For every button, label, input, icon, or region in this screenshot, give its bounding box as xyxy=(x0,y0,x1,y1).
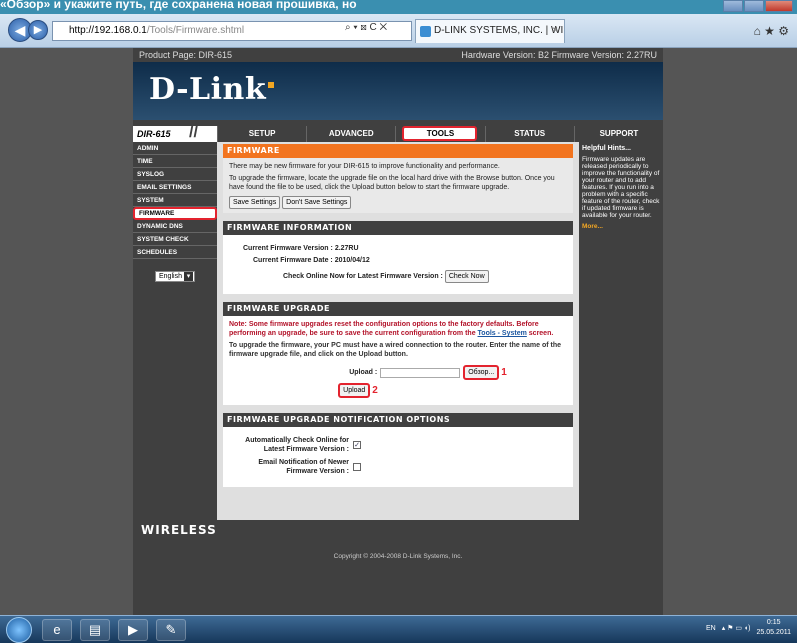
tray-icons[interactable]: ▴ ⚑ ▭ ◖) xyxy=(722,624,751,632)
save-settings-button[interactable]: Save Settings xyxy=(229,196,281,209)
hints-title: Helpful Hints... xyxy=(582,145,631,152)
sidebar-item-email[interactable]: EMAIL SETTINGS xyxy=(133,181,217,194)
check-now-button[interactable]: Check Now xyxy=(444,270,489,283)
tab-status[interactable]: STATUS xyxy=(484,126,574,142)
current-date-label: Current Firmware Date : xyxy=(253,257,333,264)
browser-toolbar: ◀ ▶ http://192.168.0.1/Tools/Firmware.sh… xyxy=(0,14,797,48)
sidebar-item-admin[interactable]: ADMIN xyxy=(133,142,217,155)
dont-save-settings-button[interactable]: Don't Save Settings xyxy=(282,196,352,209)
wireless-footer: WIRELESS xyxy=(133,520,663,540)
current-version-label: Current Firmware Version : xyxy=(243,245,333,252)
system-tray: EN ▴ ⚑ ▭ ◖) 0:15 25.05.2011 xyxy=(706,618,791,638)
paint-taskbar-icon[interactable]: ✎ xyxy=(156,619,186,641)
hints-more-link[interactable]: More... xyxy=(582,223,660,230)
versions: Hardware Version: B2 Firmware Version: 2… xyxy=(461,50,657,60)
upgrade-instructions: To upgrade the firmware, your PC must ha… xyxy=(229,342,562,358)
step-2-marker: 2 xyxy=(372,385,378,396)
page-area: Product Page: DIR-615 Hardware Version: … xyxy=(0,48,797,615)
step-1-marker: 1 xyxy=(501,367,507,378)
tab-title: D-LINK SYSTEMS, INC. | WI... xyxy=(434,25,565,36)
address-bar-icons[interactable]: ⌕ ▾ ⊠ C ✕ xyxy=(345,22,387,33)
firmware-info-box: FIRMWARE INFORMATION Current Firmware Ve… xyxy=(223,221,573,294)
sidebar-item-system-check[interactable]: SYSTEM CHECK xyxy=(133,233,217,246)
minimize-button[interactable] xyxy=(723,0,743,12)
current-date-value: 2010/04/12 xyxy=(334,257,370,264)
upgrade-note-end: screen. xyxy=(528,330,554,337)
firmware-upgrade-box: FIRMWARE UPGRADE Note: Some firmware upg… xyxy=(223,302,573,405)
tab-close-icon[interactable]: × xyxy=(552,20,558,42)
close-button[interactable] xyxy=(765,0,793,12)
media-taskbar-icon[interactable]: ▶ xyxy=(118,619,148,641)
dlink-logo: D-Link xyxy=(149,72,275,107)
explorer-taskbar-icon[interactable]: ▤ xyxy=(80,619,110,641)
product-page: Product Page: DIR-615 xyxy=(139,50,233,60)
tab-setup[interactable]: SETUP xyxy=(217,126,306,142)
clock[interactable]: 0:15 25.05.2011 xyxy=(756,618,791,638)
language-select[interactable]: English xyxy=(155,271,195,282)
tab-support[interactable]: SUPPORT xyxy=(573,126,663,142)
tab-tools[interactable]: TOOLS xyxy=(395,126,484,142)
main-content: FIRMWARE There may be new firmware for y… xyxy=(217,142,579,520)
home-star-icons[interactable]: ⌂ ★ ⚙ xyxy=(754,24,789,38)
tab-advanced[interactable]: ADVANCED xyxy=(306,126,395,142)
firmware-upgrade-title: FIRMWARE UPGRADE xyxy=(223,302,573,316)
sidebar: ADMIN TIME SYSLOG EMAIL SETTINGS SYSTEM … xyxy=(133,142,217,520)
address-host: http://192.168.0.1 xyxy=(69,25,147,36)
nav-tabs: DIR-615 SETUP ADVANCED TOOLS STATUS SUPP… xyxy=(133,124,663,142)
clock-time: 0:15 xyxy=(766,619,781,626)
start-button[interactable] xyxy=(6,617,32,643)
firmware-p1: There may be new firmware for your DIR-6… xyxy=(229,163,500,170)
maximize-button[interactable] xyxy=(744,0,764,12)
notification-box: FIRMWARE UPGRADE NOTIFICATION OPTIONS Au… xyxy=(223,413,573,487)
sidebar-item-syslog[interactable]: SYSLOG xyxy=(133,168,217,181)
tools-system-link[interactable]: Tools - System xyxy=(478,330,527,337)
upload-button[interactable]: Upload xyxy=(338,383,371,398)
address-path: /Tools/Firmware.shtml xyxy=(146,25,245,36)
copyright: Copyright © 2004-2008 D-Link Systems, In… xyxy=(133,540,663,608)
sidebar-item-schedules[interactable]: SCHEDULES xyxy=(133,246,217,259)
current-version-value: 2.27RU xyxy=(334,245,359,252)
hints-text: Firmware updates are released periodical… xyxy=(582,156,660,219)
upload-label: Upload : xyxy=(349,369,378,376)
notification-title: FIRMWARE UPGRADE NOTIFICATION OPTIONS xyxy=(223,413,573,427)
upload-file-field[interactable] xyxy=(380,367,461,378)
favicon-icon xyxy=(420,26,431,37)
product-bar: Product Page: DIR-615 Hardware Version: … xyxy=(133,48,663,62)
clock-date: 25.05.2011 xyxy=(756,629,791,636)
firmware-info-title: FIRMWARE INFORMATION xyxy=(223,221,573,235)
browser-tab[interactable]: D-LINK SYSTEMS, INC. | WI... × xyxy=(415,19,565,43)
firmware-p2: To upgrade the firmware, locate the upgr… xyxy=(229,175,555,191)
sidebar-item-firmware[interactable]: FIRMWARE xyxy=(133,207,217,220)
taskbar: e ▤ ▶ ✎ EN ▴ ⚑ ▭ ◖) 0:15 25.05.2011 xyxy=(0,615,797,643)
email-notify-checkbox[interactable] xyxy=(353,463,361,471)
helpful-hints: Helpful Hints... Firmware updates are re… xyxy=(579,142,663,520)
auto-check-label: Automatically Check Online for Latest Fi… xyxy=(245,437,349,453)
model-label: DIR-615 xyxy=(133,124,217,142)
ie-taskbar-icon[interactable]: e xyxy=(42,619,72,641)
auto-check-checkbox[interactable]: ✓ xyxy=(353,441,361,449)
forward-icon[interactable]: ▶ xyxy=(28,20,48,40)
firmware-title: FIRMWARE xyxy=(223,144,573,158)
sidebar-item-dynamic-dns[interactable]: DYNAMIC DNS xyxy=(133,220,217,233)
firmware-box: FIRMWARE There may be new firmware for y… xyxy=(223,144,573,213)
sidebar-item-system[interactable]: SYSTEM xyxy=(133,194,217,207)
caption-text: «Обзор» и укажите путь, где сохранена но… xyxy=(0,0,797,14)
browse-button[interactable]: Обзор... xyxy=(463,365,500,380)
email-notify-label: Email Notification of Newer Firmware Ver… xyxy=(258,459,349,475)
dlink-page: Product Page: DIR-615 Hardware Version: … xyxy=(133,48,663,615)
banner: D-Link xyxy=(133,62,663,120)
language-indicator[interactable]: EN xyxy=(706,625,716,632)
check-online-label: Check Online Now for Latest Firmware Ver… xyxy=(283,273,443,280)
sidebar-item-time[interactable]: TIME xyxy=(133,155,217,168)
window-controls xyxy=(723,0,793,14)
